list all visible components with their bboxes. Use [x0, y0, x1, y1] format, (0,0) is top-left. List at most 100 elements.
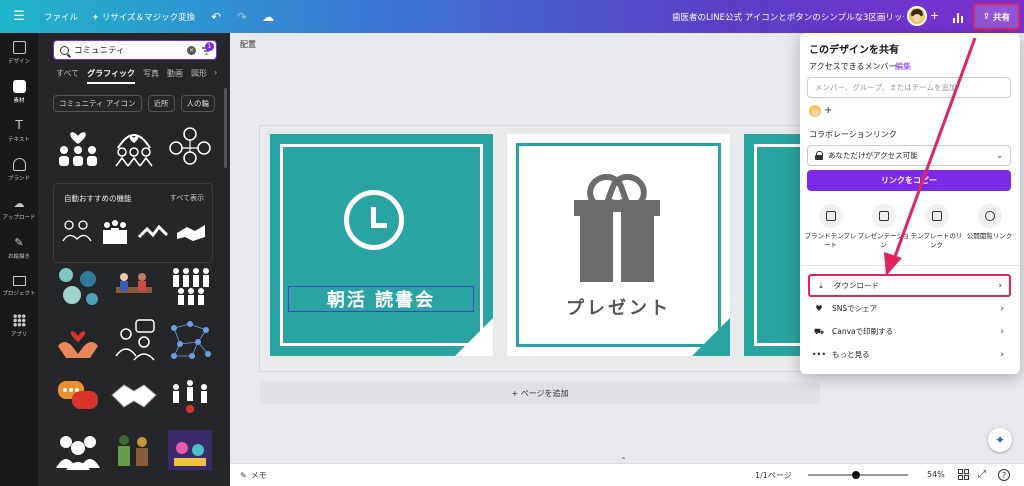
graphic-thumbnail[interactable] — [53, 373, 103, 417]
graphic-thumbnail[interactable] — [165, 373, 215, 417]
graphic-thumbnail[interactable] — [174, 214, 208, 250]
more-item[interactable]: ••• もっと見る › — [808, 343, 1011, 366]
chip-community-icon[interactable]: コミュニティ アイコン — [53, 95, 142, 112]
tab-all[interactable]: すべて — [56, 68, 79, 84]
design-page[interactable]: 朝活 読書会 プレゼント — [260, 126, 834, 371]
graphic-thumbnail[interactable] — [53, 428, 103, 472]
tab-shapes[interactable]: 図形 — [191, 68, 207, 84]
chevron-down-icon: ⌄ — [996, 151, 1003, 160]
zoom-slider-handle[interactable] — [852, 471, 860, 479]
card-caption[interactable]: プレゼント — [507, 294, 730, 320]
insights-icon[interactable] — [953, 9, 965, 23]
gift-icon[interactable] — [580, 212, 654, 282]
card-caption[interactable]: 朝活 読書会 — [288, 286, 474, 312]
public-link-option[interactable]: 公開閲覧リンク — [964, 204, 1016, 250]
graphic-thumbnail[interactable] — [109, 318, 159, 362]
redo-icon[interactable]: ↷ — [229, 0, 255, 33]
search-value: コミュニティ — [74, 46, 125, 56]
graphic-thumbnail[interactable] — [109, 125, 159, 169]
tab-photos[interactable]: 写真 — [143, 68, 159, 84]
see-all-link[interactable]: すべて表示 — [170, 193, 204, 203]
zoom-slider[interactable] — [808, 471, 908, 479]
panel-scrollbar[interactable] — [224, 88, 227, 168]
graphic-thumbnail[interactable] — [98, 214, 132, 250]
page-counter[interactable]: 1/1ページ — [755, 470, 792, 481]
graphics-row — [53, 428, 215, 472]
notes-button[interactable]: ✎ メモ — [240, 470, 267, 481]
template-link-option[interactable]: テンプレートのリンク — [911, 204, 963, 250]
add-member-icon[interactable]: + — [824, 105, 832, 116]
layout-label[interactable]: 配置 — [240, 39, 256, 50]
search-icon — [60, 45, 69, 55]
filter-icon[interactable]: 1 — [201, 42, 214, 56]
graphic-thumbnail[interactable] — [109, 263, 159, 307]
option-label: ブランドテンプレート — [804, 232, 857, 249]
rail-item-brand[interactable]: ブランド — [0, 150, 38, 189]
card-present[interactable]: プレゼント — [507, 134, 730, 356]
chevron-right-icon[interactable]: › — [214, 68, 217, 77]
magic-sparkle-icon[interactable]: ✦ — [988, 428, 1012, 452]
design-icon — [12, 40, 26, 54]
rail-item-text[interactable]: T テキスト — [0, 111, 38, 150]
rail-item-elements[interactable]: 素材 — [0, 72, 38, 111]
clear-search-icon[interactable]: × — [187, 46, 196, 55]
edit-access-link[interactable]: 編集 — [895, 61, 911, 72]
graphics-row — [53, 263, 215, 307]
social-share-item[interactable]: ♥ SNSでシェア › — [808, 297, 1011, 320]
add-page-button[interactable]: + ページを追加 — [260, 382, 820, 404]
tab-videos[interactable]: 動画 — [167, 68, 183, 84]
graphic-thumbnail[interactable] — [109, 373, 159, 417]
help-icon[interactable]: ? — [998, 469, 1010, 481]
chevron-right-icon: › — [1000, 326, 1004, 337]
rail-item-draw[interactable]: ✎ お絵描き — [0, 228, 38, 267]
graphic-thumbnail[interactable] — [53, 318, 103, 362]
graphic-thumbnail[interactable] — [165, 125, 215, 169]
more-label: もっと見る — [832, 350, 870, 359]
brand-template-option[interactable]: ブランドテンプレート — [805, 204, 857, 250]
rail-label: アップロード — [2, 214, 36, 221]
zoom-level[interactable]: 54% — [927, 470, 945, 479]
graphic-thumbnail[interactable] — [165, 428, 215, 472]
cloud-save-icon[interactable]: ☁ — [255, 0, 281, 33]
print-item[interactable]: ⛟ Canvaで印刷する › — [808, 320, 1011, 343]
draw-icon: ✎ — [14, 235, 24, 249]
rail-item-upload[interactable]: ☁ アップロード — [0, 189, 38, 228]
chip-neighborhood[interactable]: 近所 — [147, 95, 175, 112]
graphic-thumbnail[interactable] — [136, 214, 170, 250]
file-menu[interactable]: ファイル — [38, 0, 84, 33]
graphic-thumbnail[interactable] — [53, 263, 103, 307]
avatar[interactable] — [808, 104, 822, 118]
clock-icon[interactable] — [344, 190, 404, 250]
social-share-label: SNSでシェア — [832, 304, 878, 313]
option-label: 公開閲覧リンク — [966, 232, 1013, 240]
undo-icon[interactable]: ↶ — [203, 0, 229, 33]
copy-link-button[interactable]: リンクをコピー — [807, 170, 1011, 191]
graphics-row — [53, 125, 215, 169]
presentation-option[interactable]: プレゼンテーション — [858, 204, 910, 250]
add-collaborator-icon[interactable]: + — [930, 9, 939, 22]
graphic-thumbnail[interactable] — [165, 263, 215, 307]
grid-view-icon[interactable] — [958, 469, 969, 480]
avatar[interactable] — [907, 6, 927, 26]
share-button[interactable]: ⇪ 共有 — [973, 3, 1020, 30]
tab-graphics[interactable]: グラフィック — [87, 68, 135, 84]
graphic-thumbnail[interactable] — [109, 428, 159, 472]
invite-members-input[interactable]: メンバー、グループ、またはチームを追加 — [807, 77, 1011, 98]
graphic-thumbnail[interactable] — [165, 318, 215, 362]
resize-magic-menu[interactable]: ✦ リサイズ＆マジック変換 — [84, 0, 203, 33]
rail-item-projects[interactable]: プロジェクト — [0, 267, 38, 306]
search-input[interactable]: コミュニティ × 1 — [53, 40, 217, 60]
link-access-select[interactable]: あなただけがアクセス可能 ⌄ — [807, 145, 1011, 166]
document-title[interactable]: 歯医者のLINE公式 アイコンとボタンのシンプルな3区画リッチ... — [672, 0, 904, 33]
graphic-thumbnail[interactable] — [60, 214, 94, 250]
download-label: ダウンロード — [834, 281, 879, 290]
chip-circle-of-people[interactable]: 人の輪 — [180, 95, 216, 112]
magic-suggestions-box: 自動おすすめの機能 すべて表示 — [53, 183, 213, 263]
download-item[interactable]: ⤓ ダウンロード › — [808, 274, 1011, 297]
rail-item-design[interactable]: デザイン — [0, 33, 38, 72]
card-morning-reading[interactable]: 朝活 読書会 — [270, 134, 493, 356]
graphic-thumbnail[interactable] — [53, 125, 103, 169]
fullscreen-icon[interactable]: ⤢ — [978, 469, 986, 480]
hamburger-icon[interactable]: ☰ — [0, 0, 38, 33]
rail-item-apps[interactable]: アプリ — [0, 306, 38, 345]
